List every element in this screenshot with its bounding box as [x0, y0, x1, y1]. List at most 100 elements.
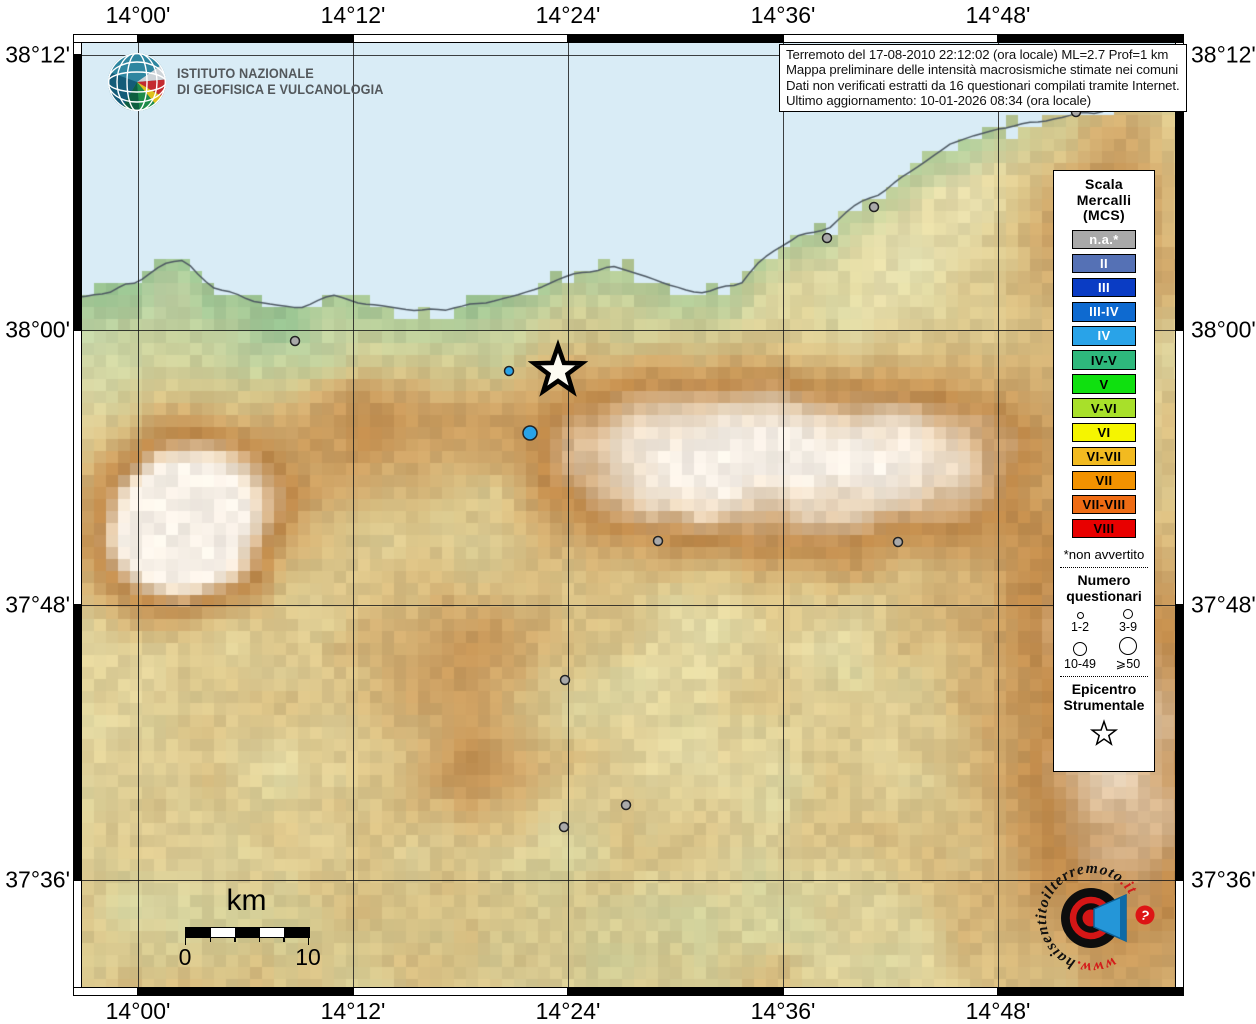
scalebar-unit-label: km: [226, 884, 267, 917]
questionnaire-size-item: ⩾50: [1106, 636, 1151, 671]
markers-overlay: [289, 106, 1082, 833]
epicenter-star: [527, 339, 589, 397]
frame-segment: [998, 34, 1184, 43]
scalebar-tick: [209, 937, 211, 942]
size-label: 3-9: [1118, 619, 1138, 634]
axis-top-3: 14°36': [750, 2, 816, 28]
report-dot-n.a.: [821, 232, 833, 244]
axis-right-3: 37°36': [1191, 866, 1256, 893]
questionnaires-title-line1: Numero: [1077, 571, 1131, 588]
intensity-chip-VI-VII: VI-VII: [1072, 446, 1136, 467]
epicenter-title-line1: Epicentro: [1071, 680, 1137, 697]
report-dot-n.a.: [559, 674, 571, 686]
legend-title: Scala Mercalli (MCS): [1076, 176, 1132, 224]
scalebar-segment: [284, 928, 309, 937]
intensity-chip-III: III: [1072, 277, 1136, 298]
epicenter-title-line2: Strumentale: [1063, 697, 1145, 714]
epicenter-star-glyph: [1089, 718, 1119, 746]
axis-bottom-4: 14°48': [965, 998, 1031, 1024]
info-line-event: Terremoto del 17-08-2010 22:12:02 (ora l…: [786, 47, 1169, 62]
axis-bottom-2: 14°24': [535, 998, 601, 1024]
axis-right-0: 38°12': [1191, 41, 1256, 68]
info-line-map: Mappa preliminare delle intensità macros…: [786, 62, 1179, 78]
questionnaires-title-line2: questionari: [1066, 588, 1142, 605]
epicenter-title: Epicentro Strumentale: [1064, 681, 1145, 714]
intensity-chip-III-IV: III-IV: [1072, 302, 1136, 322]
scalebar-segment: [186, 928, 211, 937]
scalebar-segment: [210, 928, 236, 937]
axis-right-2: 37°48': [1191, 591, 1256, 618]
legend-box: Scala Mercalli (MCS) n.a.* II III III-IV IV I…: [1053, 170, 1155, 772]
megaphone-side: [1120, 895, 1126, 941]
axis-bottom-0: 14°00': [105, 998, 171, 1024]
questionnaire-size-item: 1-2: [1058, 609, 1103, 634]
scalebar-end-label: 10: [295, 944, 321, 970]
info-line-data: Dati non verificati estratti da 16 quest…: [786, 77, 1180, 93]
macroseismic-map-page: 14°00' 14°00' 14°12' 14°12' 14°24' 14°24' 14°3…: [0, 0, 1256, 1024]
legend-title-line2: Mercalli: [1076, 191, 1132, 208]
legend-divider2: [1060, 675, 1148, 677]
questionnaires-title: Numero questionari: [1066, 572, 1141, 605]
intensity-chip-II: II: [1072, 253, 1136, 274]
report-dot-n.a.: [652, 535, 664, 547]
intensity-chip-IV: IV: [1072, 326, 1136, 346]
report-dot-n.a.: [892, 536, 904, 548]
frame-segment: [1175, 330, 1184, 605]
frame-segment: [73, 34, 138, 43]
haisentitoilterremoto-logo: www.haisentitoilterremoto.it ?: [1033, 860, 1155, 976]
legend-divider: [1060, 566, 1148, 568]
report-dot-n.a.: [558, 821, 570, 833]
questionnaire-size-item: 10-49: [1058, 637, 1103, 671]
report-dot-IV: [522, 425, 538, 441]
intensity-chip-VI: VI: [1072, 422, 1136, 443]
frame-segment: [73, 330, 82, 605]
legend-footnote: *non avvertito: [1063, 546, 1145, 562]
ingv-logo-line2: DI GEOFISICA E VULCANOLOGIA: [177, 81, 384, 97]
earthquake-info-box: Terremoto del 17-08-2010 22:12:02 (ora l…: [779, 44, 1187, 113]
frame-segment: [73, 605, 82, 880]
size-circle-icon: [1073, 641, 1087, 656]
axis-top-0: 14°00': [105, 2, 171, 28]
scalebar: [185, 927, 310, 938]
frame-segment: [568, 987, 783, 996]
frame-segment: [1175, 880, 1184, 996]
legend-title-line3: (MCS): [1083, 207, 1125, 223]
intensity-scale: n.a.* II III III-IV IV IV-V V V-VI VI VI-VII VII VI…: [1072, 228, 1136, 541]
frame-segment: [73, 55, 82, 330]
legend-title-line1: Scala: [1084, 176, 1124, 192]
axis-right-1: 38°00': [1191, 316, 1256, 343]
frame-segment: [353, 987, 568, 996]
frame-segment: [138, 987, 353, 996]
intensity-chip-VIII: VIII: [1072, 518, 1136, 539]
ingv-globe-logo-icon: [108, 53, 166, 111]
frame-segment: [353, 34, 568, 43]
size-label: ⩾50: [1115, 656, 1141, 671]
intensity-chip-V-VI: V-VI: [1072, 398, 1136, 418]
axis-top-4: 14°48': [965, 2, 1031, 28]
scalebar-start-label: 0: [178, 944, 192, 970]
axis-left-2: 37°48': [5, 591, 70, 618]
intensity-chip-VII: VII: [1072, 470, 1136, 491]
axis-left-3: 37°36': [5, 866, 70, 893]
epicenter-star-icon: [1089, 718, 1119, 746]
axis-bottom-1: 14°12': [320, 998, 386, 1024]
size-circle-icon: [1076, 611, 1084, 619]
report-dot-IV: [503, 365, 515, 377]
intensity-chip-V: V: [1072, 374, 1136, 394]
frame-segment: [1175, 605, 1184, 880]
axis-top-1: 14°12': [320, 2, 386, 28]
axis-bottom-3: 14°36': [750, 998, 816, 1024]
info-line-update: Ultimo aggiornamento: 10-01-2026 08:34 (…: [786, 92, 1091, 108]
questionnaire-size-item: 3-9: [1106, 608, 1151, 634]
size-label: 10-49: [1064, 656, 1096, 671]
ingv-logo-text: ISTITUTO NAZIONALE DI GEOFISICA E VULCAN…: [177, 66, 384, 97]
report-dot-n.a.: [868, 201, 880, 213]
axis-left-0: 38°12': [5, 41, 70, 68]
scalebar-tick: [234, 937, 236, 942]
intensity-chip-VII-VIII: VII-VIII: [1072, 494, 1136, 515]
axis-top-2: 14°24': [535, 2, 601, 28]
axis-left-1: 38°00': [5, 316, 70, 343]
frame-segment: [783, 34, 998, 43]
size-circle-icon: [1123, 608, 1133, 619]
questionnaires-size-key: 1-2 3-9 10-49 ⩾50: [1058, 608, 1151, 671]
